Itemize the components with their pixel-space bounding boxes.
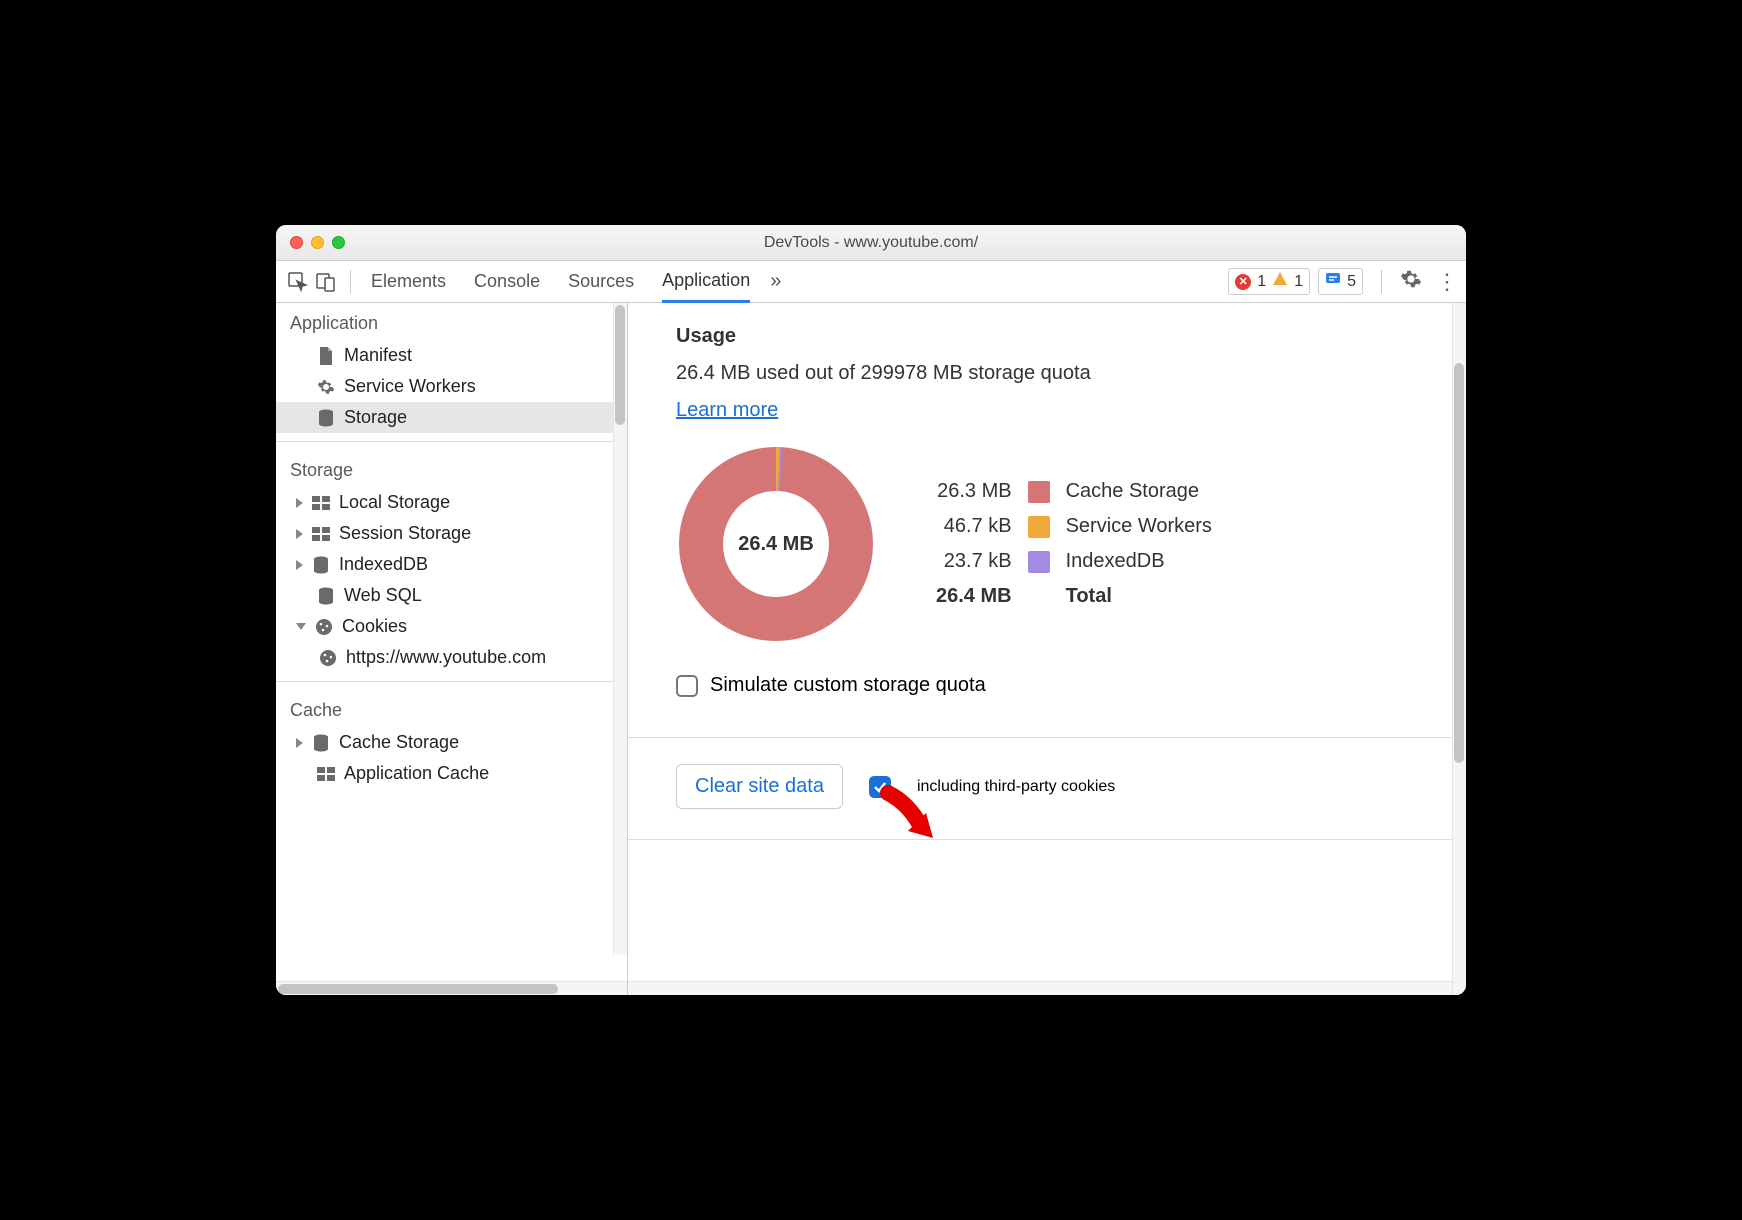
legend-value: 26.3 MB: [936, 480, 1012, 503]
sidebar-scrollbar[interactable]: [613, 303, 627, 955]
sidebar-item-label: IndexedDB: [339, 554, 428, 575]
usage-heading: Usage: [676, 325, 1426, 348]
chevron-down-icon[interactable]: [296, 623, 306, 630]
legend-swatch: [1028, 516, 1050, 538]
legend-swatch: [1028, 551, 1050, 573]
grid-icon: [311, 524, 331, 544]
db-icon: [316, 586, 336, 606]
sidebar-item-session-storage[interactable]: Session Storage: [276, 518, 627, 549]
sidebar-item-application-cache[interactable]: Application Cache: [276, 758, 627, 789]
donut-center-value: 26.4 MB: [676, 444, 876, 644]
section-divider: [628, 839, 1466, 840]
sidebar-section-storage: Storage: [276, 450, 627, 487]
sidebar-section-application: Application: [276, 303, 627, 340]
sidebar-h-scrollbar[interactable]: [276, 981, 627, 995]
sidebar-item-label: Service Workers: [344, 376, 476, 397]
simulate-quota-checkbox[interactable]: [676, 675, 698, 697]
usage-legend: 26.3 MB Cache Storage 46.7 kB Service Wo…: [936, 480, 1212, 608]
application-sidebar: Application Manifest Service Workers: [276, 303, 628, 995]
third-party-cookies-checkbox[interactable]: [869, 776, 891, 798]
sidebar-item-cache-storage[interactable]: Cache Storage: [276, 727, 627, 758]
toolbar-divider: [350, 270, 351, 294]
tab-application[interactable]: Application: [662, 262, 750, 303]
window-title: DevTools - www.youtube.com/: [276, 234, 1466, 252]
main-h-scrollbar[interactable]: [628, 981, 1452, 995]
more-options-icon[interactable]: ⋮: [1436, 269, 1458, 295]
file-icon: [316, 346, 336, 366]
grid-icon: [316, 764, 336, 784]
sidebar-item-service-workers[interactable]: Service Workers: [276, 371, 627, 402]
sidebar-section-cache: Cache: [276, 690, 627, 727]
db-icon: [311, 733, 331, 753]
warning-icon: [1272, 271, 1288, 292]
chevron-right-icon[interactable]: [296, 498, 303, 508]
message-icon: [1325, 271, 1341, 292]
main-scrollbar[interactable]: [1452, 303, 1466, 995]
legend-total-label: Total: [1066, 585, 1212, 608]
chevron-right-icon[interactable]: [296, 560, 303, 570]
usage-donut-chart: 26.4 MB: [676, 444, 876, 644]
sidebar-item-manifest[interactable]: Manifest: [276, 340, 627, 371]
settings-icon[interactable]: [1400, 268, 1422, 295]
third-party-cookies-label: including third-party cookies: [917, 778, 1115, 796]
console-status-badge[interactable]: ✕ 1 1: [1228, 268, 1310, 295]
sidebar-scroll-thumb[interactable]: [615, 305, 625, 425]
sidebar-h-scroll-thumb[interactable]: [278, 984, 558, 994]
devtools-body: Application Manifest Service Workers: [276, 303, 1466, 995]
sidebar-item-label: Cookies: [342, 616, 407, 637]
clear-site-data-button[interactable]: Clear site data: [676, 764, 843, 809]
sidebar-item-storage[interactable]: Storage: [276, 402, 627, 433]
inspect-element-icon[interactable]: [284, 268, 312, 296]
section-divider: [628, 737, 1466, 738]
message-count: 5: [1347, 273, 1356, 291]
messages-badge[interactable]: 5: [1318, 268, 1363, 295]
panel-tabs: Elements Console Sources Application: [371, 261, 750, 302]
legend-total-value: 26.4 MB: [936, 585, 1012, 608]
db-icon: [316, 408, 336, 428]
devtools-toolbar: Elements Console Sources Application » ✕…: [276, 261, 1466, 303]
error-icon: ✕: [1235, 274, 1251, 290]
sidebar-item-label: Session Storage: [339, 523, 471, 544]
sidebar-item-label: Local Storage: [339, 492, 450, 513]
chevron-right-icon[interactable]: [296, 738, 303, 748]
simulate-quota-label: Simulate custom storage quota: [710, 674, 986, 697]
sidebar-item-indexeddb[interactable]: IndexedDB: [276, 549, 627, 580]
db-icon: [311, 555, 331, 575]
tab-console[interactable]: Console: [474, 261, 540, 302]
legend-value: 23.7 kB: [936, 550, 1012, 573]
device-toggle-icon[interactable]: [312, 268, 340, 296]
sidebar-item-label: Web SQL: [344, 585, 422, 606]
sidebar-item-label: Application Cache: [344, 763, 489, 784]
sidebar-item-local-storage[interactable]: Local Storage: [276, 487, 627, 518]
sidebar-item-label: Manifest: [344, 345, 412, 366]
tab-sources[interactable]: Sources: [568, 261, 634, 302]
sidebar-item-label: Storage: [344, 407, 407, 428]
sidebar-item-web-sql[interactable]: Web SQL: [276, 580, 627, 611]
legend-label: Cache Storage: [1066, 480, 1212, 503]
error-count: 1: [1257, 273, 1266, 291]
sidebar-item-cookie-origin[interactable]: https://www.youtube.com: [276, 642, 627, 673]
main-scroll-thumb[interactable]: [1454, 363, 1464, 763]
legend-label: Service Workers: [1066, 515, 1212, 538]
legend-swatch: [1028, 481, 1050, 503]
cookie-icon: [314, 617, 334, 637]
learn-more-link[interactable]: Learn more: [676, 399, 778, 422]
titlebar: DevTools - www.youtube.com/: [276, 225, 1466, 261]
storage-panel: Usage 26.4 MB used out of 299978 MB stor…: [628, 303, 1466, 995]
sidebar-item-cookies[interactable]: Cookies: [276, 611, 627, 642]
sidebar-item-label: https://www.youtube.com: [346, 647, 546, 668]
legend-label: IndexedDB: [1066, 550, 1212, 573]
toolbar-divider: [1381, 270, 1382, 294]
tab-elements[interactable]: Elements: [371, 261, 446, 302]
cookie-icon: [318, 648, 338, 668]
more-tabs-icon[interactable]: »: [770, 270, 781, 293]
devtools-window: DevTools - www.youtube.com/ Elements Con…: [276, 225, 1466, 995]
usage-text: 26.4 MB used out of 299978 MB storage qu…: [676, 362, 1426, 385]
gear-icon: [316, 377, 336, 397]
sidebar-item-label: Cache Storage: [339, 732, 459, 753]
grid-icon: [311, 493, 331, 513]
legend-value: 46.7 kB: [936, 515, 1012, 538]
chevron-right-icon[interactable]: [296, 529, 303, 539]
warning-count: 1: [1294, 273, 1303, 291]
